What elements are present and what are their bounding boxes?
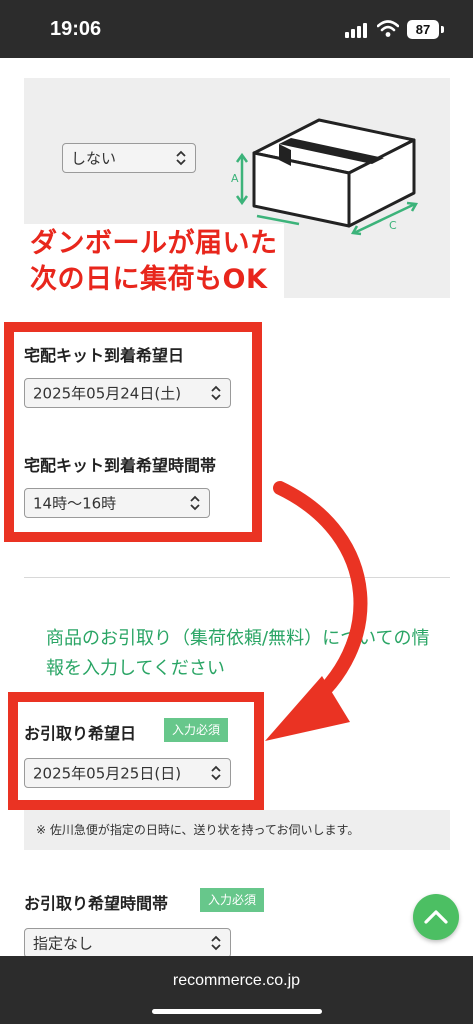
page-content: しない A B C ダンボールが届いた 次の日に集荷もOK 宅配キット到着希望 [0,58,473,956]
box-option-select[interactable]: しない [62,143,196,173]
address-bar-url[interactable]: recommerce.co.jp [0,972,473,990]
battery-tip [441,26,444,33]
annotation-caption: ダンボールが届いた 次の日に集荷もOK [24,224,284,300]
dimension-label-c: C [389,219,397,232]
pickup-time-label: お引取り希望時間帯 [24,894,169,913]
wifi-icon [377,20,399,37]
scroll-top-button[interactable] [413,894,459,940]
kit-arrival-time-value: 14時〜16時 [33,494,117,513]
box-option-select-value: しない [71,149,117,168]
status-bar: 19:06 87 [0,0,473,58]
box-option-panel: しない A B C ダンボールが届いた 次の日に集荷もOK [24,78,450,300]
required-badge: 入力必須 [200,888,265,912]
annotation-arrow-icon [265,481,368,741]
pickup-date-select[interactable]: 2025年05月25日(日) [24,758,231,788]
dimension-label-a: A [231,172,239,185]
highlight-frame-pickup [8,692,264,810]
pickup-time-select[interactable]: 指定なし [24,928,231,956]
kit-arrival-date-value: 2025年05月24日(土) [33,384,182,403]
kit-arrival-date-label: 宅配キット到着希望日 [24,346,185,365]
home-indicator[interactable] [152,1009,322,1014]
battery-icon: 87 [407,20,439,39]
browser-bottom-bar: recommerce.co.jp [0,956,473,1024]
cardboard-box-icon: A B C [231,118,419,238]
chevron-updown-icon [176,150,186,166]
annotation-caption-line1: ダンボールが届いた [30,226,278,262]
pickup-note: ※ 佐川急便が指定の日時に、送り状を持ってお伺いします。 [24,810,450,850]
chevron-updown-icon [190,495,200,511]
chevron-updown-icon [211,935,221,951]
pickup-date-label: お引取り希望日 [24,724,137,743]
required-badge: 入力必須 [164,718,229,742]
kit-arrival-time-select[interactable]: 14時〜16時 [24,488,210,518]
chevron-updown-icon [211,765,221,781]
kit-arrival-date-select[interactable]: 2025年05月24日(土) [24,378,231,408]
annotation-caption-line2: 次の日に集荷もOK [30,262,278,298]
kit-arrival-time-label: 宅配キット到着希望時間帯 [24,456,217,475]
pickup-date-value: 2025年05月25日(日) [33,764,182,783]
status-time: 19:06 [50,18,102,40]
chevron-up-icon [424,910,448,924]
chevron-updown-icon [211,385,221,401]
cellular-signal-icon [345,22,371,38]
pickup-time-value: 指定なし [33,934,94,953]
